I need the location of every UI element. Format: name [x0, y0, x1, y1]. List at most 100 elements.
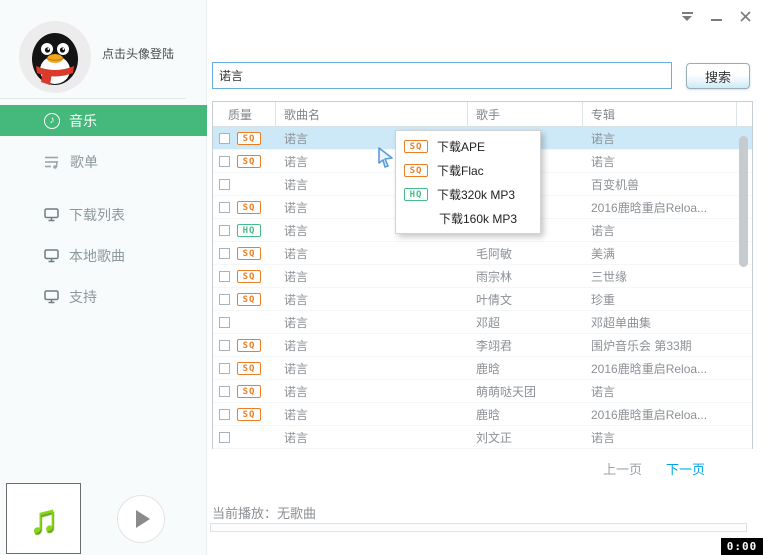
next-page-link[interactable]: 下一页	[666, 459, 705, 478]
row-checkbox[interactable]	[219, 248, 230, 259]
mouse-cursor	[377, 146, 395, 171]
window-controls	[680, 9, 752, 23]
sq-quality-badge: SQ	[237, 293, 261, 306]
row-checkbox[interactable]	[219, 179, 230, 190]
skin-icon[interactable]	[680, 9, 694, 23]
sidebar-item-label: 支持	[69, 287, 97, 307]
quality-cell: SQ	[213, 265, 276, 287]
music-note-circle-icon: ♪	[44, 113, 60, 129]
sidebar: 点击头像登陆 ♪ 音乐 歌单	[0, 0, 207, 555]
search-button[interactable]: 搜索	[686, 63, 750, 89]
album-cell: 珍重	[583, 288, 737, 310]
row-checkbox[interactable]	[219, 294, 230, 305]
quality-cell: SQ	[213, 380, 276, 402]
table-row[interactable]: 诺言刘文正诺言	[213, 426, 752, 449]
singer-cell: 萌萌哒天团	[468, 380, 583, 402]
qq-penguin-icon	[19, 21, 91, 93]
sq-quality-badge: SQ	[237, 201, 261, 214]
now-playing-status: 当前播放：无歌曲	[212, 503, 316, 522]
spacer-cell	[737, 334, 752, 356]
hq-quality-badge: HQ	[404, 188, 428, 201]
row-checkbox[interactable]	[219, 202, 230, 213]
now-playing-value: 无歌曲	[277, 506, 316, 521]
row-checkbox[interactable]	[219, 340, 230, 351]
table-row[interactable]: SQ诺言李翊君围炉音乐会 第33期	[213, 334, 752, 357]
table-row[interactable]: SQ 诺言叶倩文珍重	[213, 288, 752, 311]
table-row[interactable]: SQ诺言鹿晗2016鹿晗重启Reloa...	[213, 403, 752, 426]
table-row[interactable]: SQ诺言毛阿敏美满	[213, 242, 752, 265]
context-menu-item[interactable]: HQ下载320k MP3	[396, 182, 540, 206]
quality-cell	[213, 173, 276, 195]
monitor-icon	[44, 249, 60, 263]
row-checkbox[interactable]	[219, 225, 230, 236]
album-cell: 诺言	[583, 127, 737, 149]
spacer-cell	[737, 403, 752, 425]
sidebar-item-label: 本地歌曲	[69, 246, 125, 266]
spacer-cell	[737, 311, 752, 333]
table-row[interactable]: 诺言邓超邓超单曲集	[213, 311, 752, 334]
table-row[interactable]: SQ诺言萌萌哒天团诺言	[213, 380, 752, 403]
sidebar-item-local-songs[interactable]: 本地歌曲	[0, 240, 207, 271]
quality-cell	[213, 311, 276, 333]
context-menu-item-label: 下载APE	[437, 138, 485, 155]
table-row[interactable]: SQ诺言鹿晗2016鹿晗重启Reloa...	[213, 357, 752, 380]
spacer-cell	[737, 357, 752, 379]
album-cell: 2016鹿晗重启Reloa...	[583, 196, 737, 218]
qq-penguin-avatar[interactable]	[19, 21, 91, 93]
row-checkbox[interactable]	[219, 271, 230, 282]
quality-cell: SQ	[213, 196, 276, 218]
sidebar-item-music[interactable]: ♪ 音乐	[0, 105, 207, 136]
row-checkbox[interactable]	[219, 133, 230, 144]
row-checkbox[interactable]	[219, 409, 230, 420]
sq-quality-badge: SQ	[237, 408, 261, 421]
singer-cell: 叶倩文	[468, 288, 583, 310]
song-name-cell: 诺言	[276, 288, 468, 310]
row-checkbox[interactable]	[219, 432, 230, 443]
album-cell: 美满	[583, 242, 737, 264]
song-name-cell: 诺言	[276, 357, 468, 379]
row-checkbox[interactable]	[219, 363, 230, 374]
playlist-icon	[44, 155, 61, 169]
spacer-cell	[737, 265, 752, 287]
row-checkbox[interactable]	[219, 317, 230, 328]
sq-quality-badge: SQ	[237, 132, 261, 145]
search-input[interactable]	[212, 62, 672, 89]
play-button[interactable]	[117, 495, 165, 543]
quality-cell: SQ	[213, 357, 276, 379]
minimize-icon[interactable]	[709, 9, 723, 23]
play-icon	[136, 510, 150, 528]
spacer-cell	[737, 288, 752, 310]
singer-cell: 鹿晗	[468, 403, 583, 425]
context-menu-item-label: 下载Flac	[437, 162, 484, 179]
table-row[interactable]: SQ诺言雨宗林三世缘	[213, 265, 752, 288]
album-cell: 围炉音乐会 第33期	[583, 334, 737, 356]
header-song: 歌曲名	[276, 102, 468, 126]
quality-cell: SQ	[213, 150, 276, 172]
sidebar-item-support[interactable]: 支持	[0, 281, 207, 312]
row-checkbox[interactable]	[219, 386, 230, 397]
context-menu-item[interactable]: 下载160k MP3	[396, 206, 540, 230]
sq-quality-badge: SQ	[404, 140, 428, 153]
playback-progress-bar[interactable]	[210, 523, 747, 532]
quality-cell: SQ	[213, 403, 276, 425]
album-cell: 2016鹿晗重启Reloa...	[583, 403, 737, 425]
singer-cell: 刘文正	[468, 426, 583, 448]
sidebar-item-download-list[interactable]: 下载列表	[0, 199, 207, 230]
context-menu-item[interactable]: SQ 下载APE	[396, 134, 540, 158]
album-cell: 诺言	[583, 219, 737, 241]
monitor-icon	[44, 208, 60, 222]
sq-quality-badge: SQ	[404, 164, 428, 177]
scrollbar-thumb[interactable]	[739, 136, 748, 267]
context-menu-item[interactable]: SQ 下载Flac	[396, 158, 540, 182]
time-display: 0:00	[721, 538, 763, 555]
login-prompt[interactable]: 点击头像登陆	[102, 45, 174, 62]
row-checkbox[interactable]	[219, 156, 230, 167]
quality-cell	[213, 426, 276, 448]
sidebar-item-label: 下载列表	[69, 205, 125, 225]
album-cell: 诺言	[583, 380, 737, 402]
song-name-cell: 诺言	[276, 265, 468, 287]
sidebar-item-songlist[interactable]: 歌单	[0, 146, 207, 177]
song-name-cell: 诺言	[276, 426, 468, 448]
prev-page-link[interactable]: 上一页	[603, 459, 642, 478]
close-icon[interactable]	[738, 9, 752, 23]
